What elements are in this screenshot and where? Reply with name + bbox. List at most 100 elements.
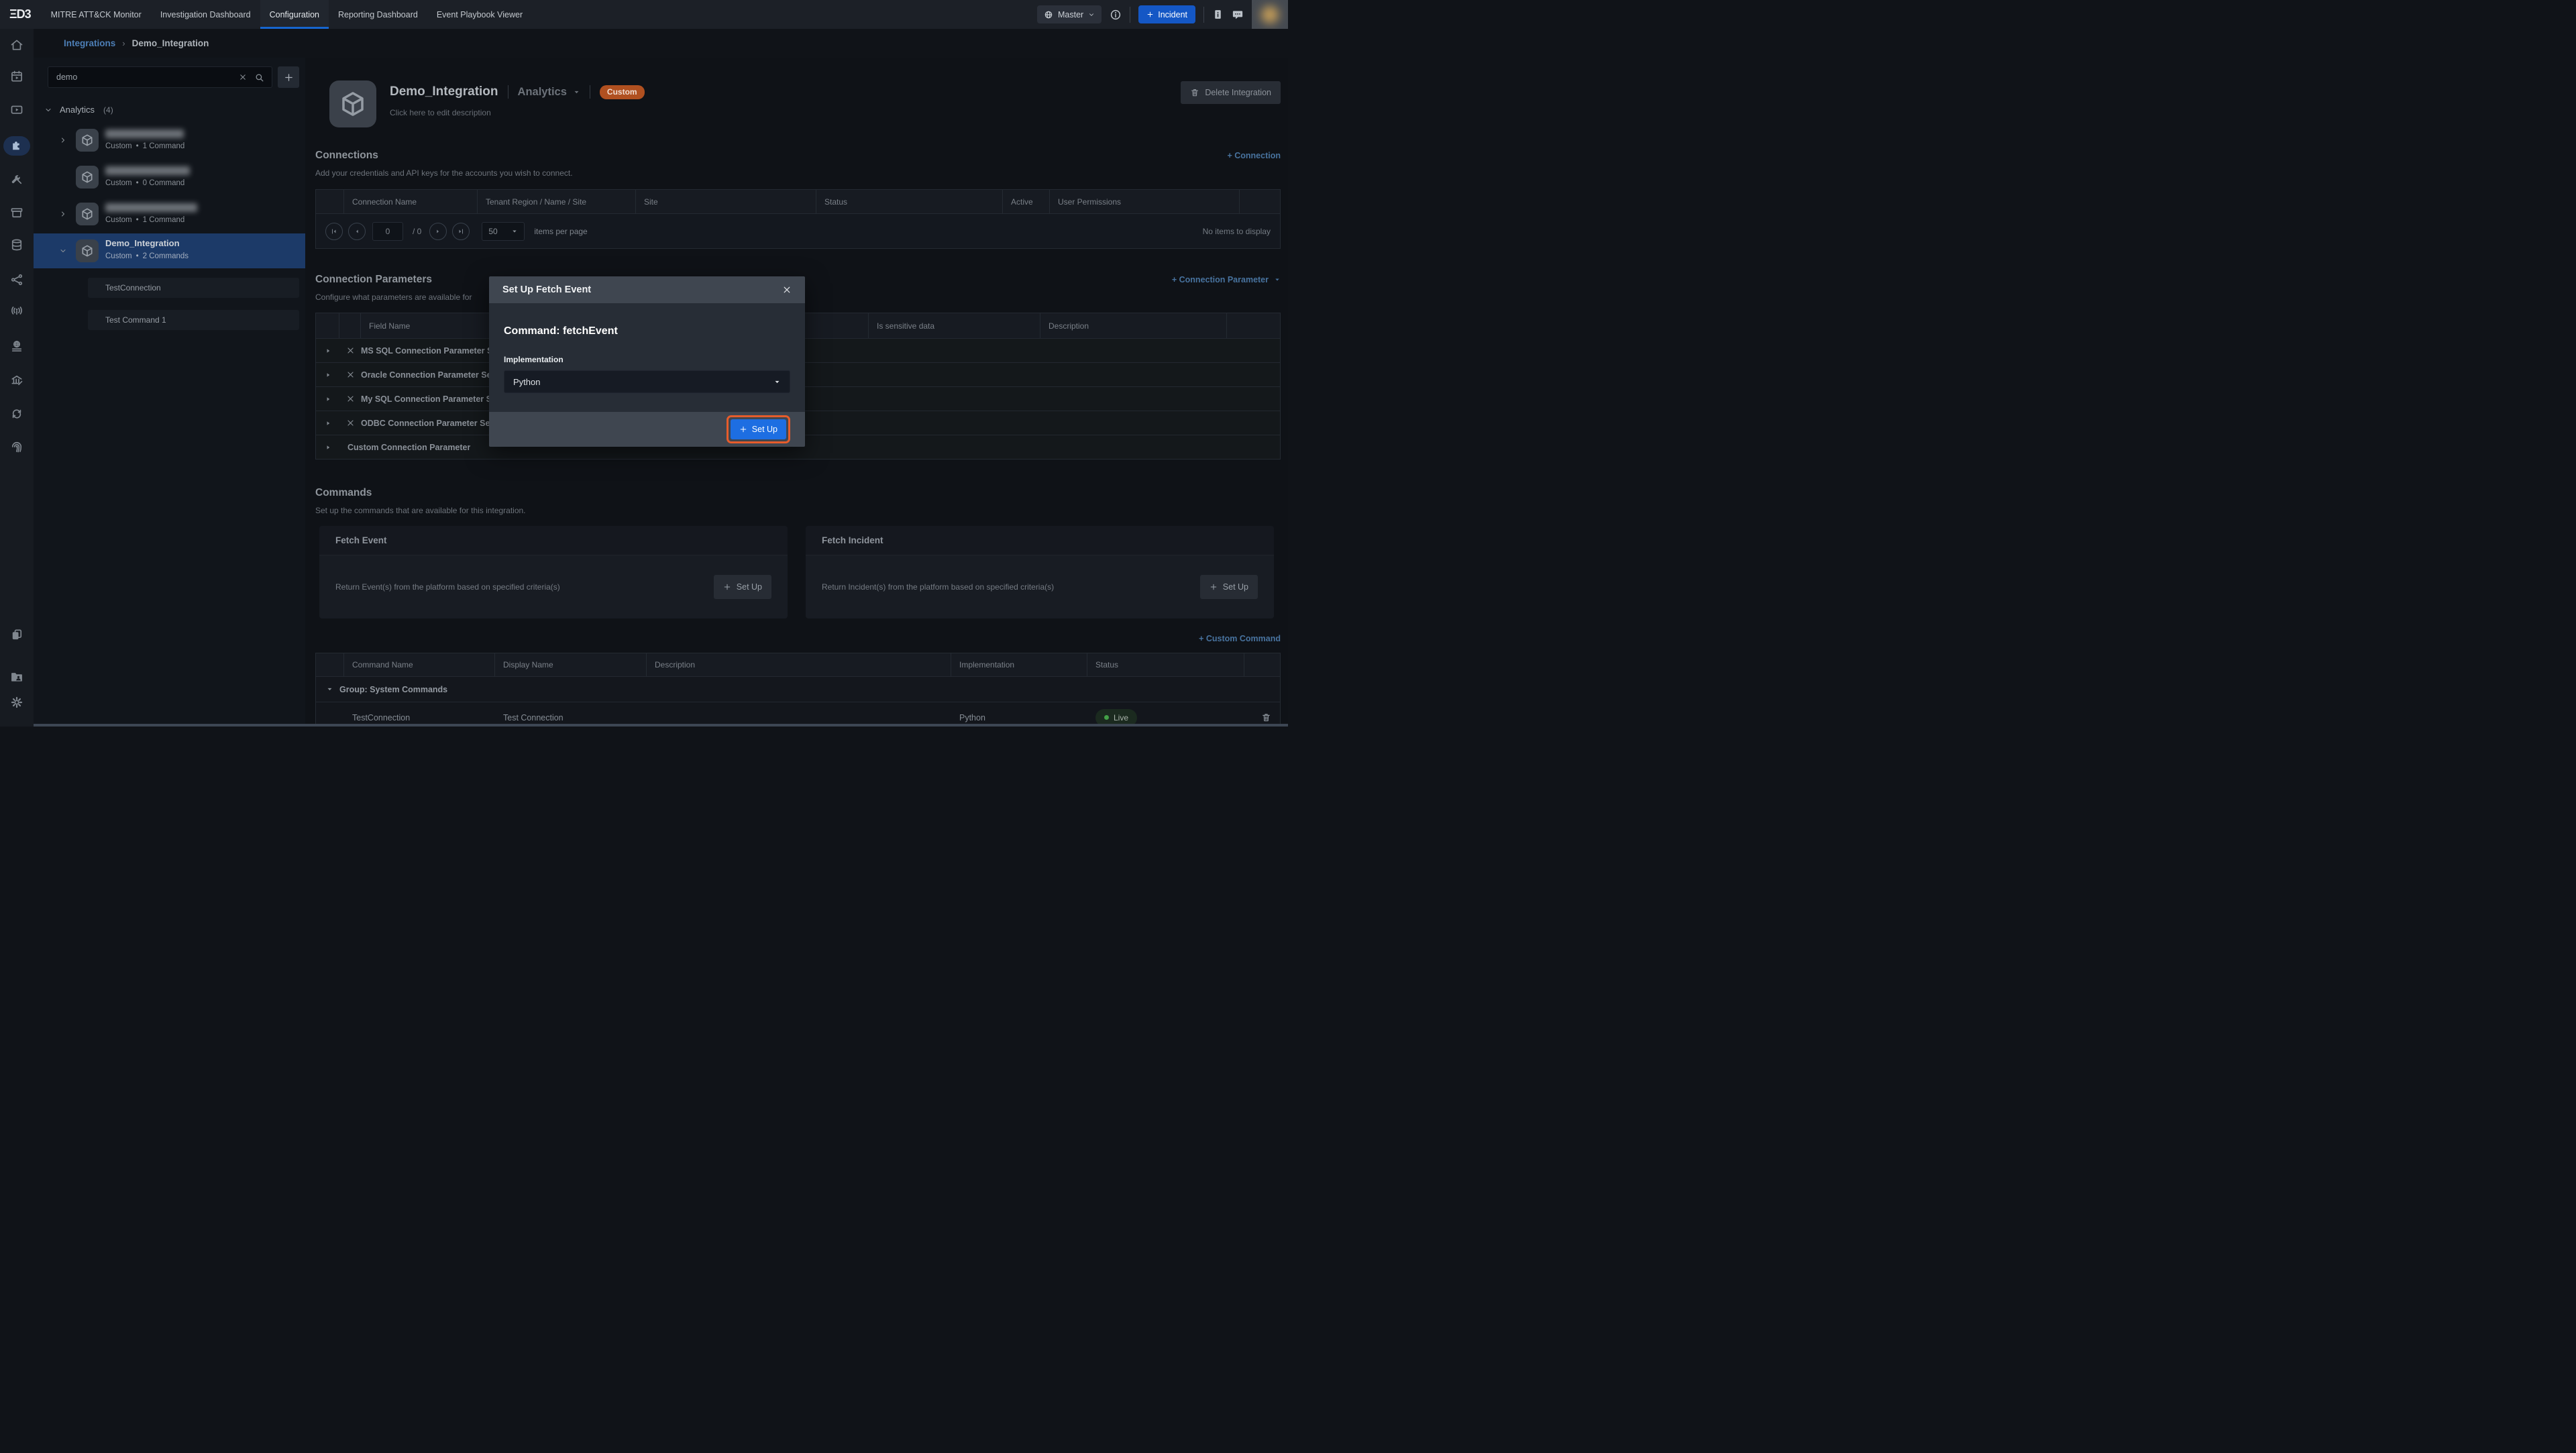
- rail-event-playbook-icon[interactable]: [10, 70, 23, 83]
- rail-broadcast-icon[interactable]: [10, 305, 23, 319]
- rail-settings-gear-icon[interactable]: [10, 696, 23, 709]
- rail-data-management-icon[interactable]: [10, 238, 23, 252]
- delete-integration-button[interactable]: Delete Integration: [1181, 81, 1281, 104]
- rail-organization-icon[interactable]: [10, 374, 23, 387]
- search-icon[interactable]: [254, 72, 264, 83]
- tree-item-integration-1[interactable]: Custom•1 Command: [34, 123, 305, 158]
- integration-cube-icon: [76, 203, 99, 225]
- implementation-select[interactable]: Python: [504, 370, 790, 393]
- click-annotation-ring: Set Up: [727, 415, 790, 443]
- search-input[interactable]: [48, 72, 239, 82]
- first-page-button[interactable]: [325, 223, 343, 240]
- plus-icon: [739, 425, 747, 433]
- tree-item-demo-integration[interactable]: Demo_Integration Custom•2 Commands: [34, 233, 305, 268]
- tree-subitem-testconnection[interactable]: TestConnection: [88, 278, 299, 298]
- horizontal-scrollbar[interactable]: [34, 724, 1288, 726]
- command-group-row[interactable]: Group: System Commands: [316, 676, 1280, 702]
- category-dropdown[interactable]: Analytics: [518, 86, 580, 99]
- custom-badge: Custom: [600, 85, 645, 99]
- group-count: (4): [103, 105, 113, 115]
- tree-group-analytics[interactable]: Analytics (4): [44, 105, 305, 115]
- breadcrumb-integrations-link[interactable]: Integrations: [64, 38, 115, 48]
- rail-integrations-icon[interactable]: [10, 139, 23, 152]
- rail-network-nodes-icon[interactable]: [10, 273, 23, 286]
- expand-row-icon[interactable]: [316, 396, 339, 402]
- nav-item-investigation-dashboard[interactable]: Investigation Dashboard: [151, 0, 260, 29]
- previous-page-button[interactable]: [348, 223, 366, 240]
- fetch-event-setup-button[interactable]: Set Up: [714, 575, 771, 599]
- item-command-count: 2 Commands: [143, 252, 189, 260]
- nav-item-reporting-dashboard[interactable]: Reporting Dashboard: [329, 0, 427, 29]
- clear-search-icon[interactable]: [239, 73, 247, 81]
- tree-item-integration-2[interactable]: Custom•0 Command: [34, 160, 305, 195]
- rail-utility-tools-icon[interactable]: [10, 172, 23, 186]
- column-header-empty: [1244, 653, 1280, 676]
- expand-row-icon[interactable]: [316, 372, 339, 378]
- rail-copy-icon[interactable]: [10, 628, 23, 641]
- info-button[interactable]: [1110, 9, 1122, 21]
- connections-section: Connections + Connection Add your creden…: [315, 150, 1281, 249]
- expand-row-icon[interactable]: [316, 444, 339, 451]
- rail-web-services-icon[interactable]: [10, 339, 23, 353]
- parameter-set-name: Oracle Connection Parameter Se: [361, 370, 492, 380]
- rail-archive-icon[interactable]: [10, 206, 23, 219]
- add-connection-parameter-link[interactable]: + Connection Parameter: [1172, 275, 1281, 284]
- column-header-status[interactable]: Status: [1087, 653, 1244, 676]
- fetch-incident-card-description: Return Incident(s) from the platform bas…: [822, 582, 1200, 592]
- remove-row-icon[interactable]: [339, 370, 361, 379]
- empty-table-message: No items to display: [1203, 227, 1271, 236]
- page-number-input[interactable]: [372, 222, 403, 241]
- release-notes-button[interactable]: [1212, 9, 1224, 20]
- remove-row-icon[interactable]: [339, 346, 361, 355]
- rail-sync-icon[interactable]: [10, 407, 23, 421]
- modal-setup-button[interactable]: Set Up: [731, 419, 786, 439]
- expand-row-icon[interactable]: [316, 420, 339, 427]
- edit-description-placeholder[interactable]: Click here to edit description: [390, 108, 645, 117]
- column-header-empty: [339, 313, 361, 338]
- modal-close-button[interactable]: [782, 285, 792, 294]
- rail-user-folder-icon[interactable]: [10, 670, 23, 684]
- integration-cube-icon: [76, 129, 99, 152]
- nav-item-configuration[interactable]: Configuration: [260, 0, 329, 29]
- nav-item-event-playbook-viewer[interactable]: Event Playbook Viewer: [427, 0, 532, 29]
- column-header-tenant[interactable]: Tenant Region / Name / Site: [478, 190, 636, 213]
- column-header-command-name[interactable]: Command Name: [344, 653, 495, 676]
- tenant-selector[interactable]: Master: [1037, 5, 1102, 23]
- nav-item-mitre-attck-monitor[interactable]: MITRE ATT&CK Monitor: [42, 0, 151, 29]
- column-header-site[interactable]: Site: [636, 190, 816, 213]
- last-page-button[interactable]: [452, 223, 470, 240]
- delete-command-trash-icon[interactable]: [1261, 712, 1271, 722]
- column-header-connection-name[interactable]: Connection Name: [344, 190, 478, 213]
- add-connection-link[interactable]: + Connection: [1227, 151, 1281, 160]
- rail-fingerprint-icon[interactable]: [10, 440, 23, 453]
- column-header-display-name[interactable]: Display Name: [495, 653, 647, 676]
- user-avatar[interactable]: [1252, 0, 1288, 29]
- rail-home-icon[interactable]: [10, 38, 23, 52]
- tree-subitem-test-command-1[interactable]: Test Command 1: [88, 310, 299, 330]
- tree-item-integration-3[interactable]: Custom•1 Command: [34, 197, 305, 231]
- expand-row-icon[interactable]: [316, 347, 339, 354]
- column-header-user-permissions[interactable]: User Permissions: [1050, 190, 1240, 213]
- fetch-event-card-description: Return Event(s) from the platform based …: [335, 582, 714, 592]
- rail-playbook-viewer-icon[interactable]: [10, 103, 23, 116]
- add-integration-button[interactable]: [278, 66, 299, 88]
- column-header-is-sensitive[interactable]: Is sensitive data: [869, 313, 1040, 338]
- remove-row-icon[interactable]: [339, 419, 361, 427]
- add-custom-command-link[interactable]: + Custom Command: [1199, 634, 1281, 643]
- column-header-description[interactable]: Description: [1040, 313, 1227, 338]
- page-size-select[interactable]: 50: [482, 222, 525, 241]
- column-header-implementation[interactable]: Implementation: [951, 653, 1087, 676]
- column-header-status[interactable]: Status: [816, 190, 1003, 213]
- command-row-testconnection[interactable]: TestConnection Test Connection Python Li…: [316, 702, 1280, 726]
- column-header-active[interactable]: Active: [1003, 190, 1050, 213]
- remove-row-icon[interactable]: [339, 394, 361, 403]
- item-command-count: 1 Command: [143, 216, 185, 224]
- column-header-description[interactable]: Description: [647, 653, 951, 676]
- integration-header: Demo_Integration Analytics Custom Click …: [329, 80, 645, 127]
- next-page-button[interactable]: [429, 223, 447, 240]
- chat-button[interactable]: [1232, 9, 1244, 21]
- item-meta-separator: •: [136, 252, 139, 260]
- add-incident-button[interactable]: Incident: [1138, 5, 1195, 23]
- fetch-incident-setup-button[interactable]: Set Up: [1200, 575, 1258, 599]
- chat-bubble-icon: [1232, 9, 1244, 21]
